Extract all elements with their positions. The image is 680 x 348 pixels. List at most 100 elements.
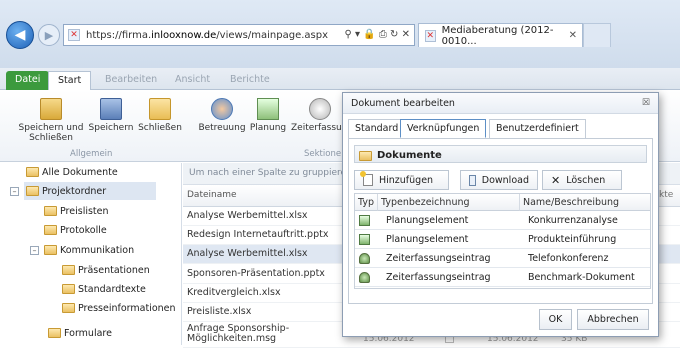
dialog-tab-panel: Dokumente Hinzufügen Download ✕ Löschen T…: [348, 138, 653, 304]
download-button[interactable]: Download: [460, 170, 538, 190]
tab-datei[interactable]: Datei: [6, 71, 50, 90]
clock-icon: [309, 98, 331, 120]
section-title: Dokumente: [377, 150, 442, 161]
tab-berichte[interactable]: Berichte: [221, 71, 279, 90]
tree-label: Alle Dokumente: [42, 166, 118, 178]
tree-collapse-toggle[interactable]: –: [10, 187, 19, 196]
planning-icon: [257, 98, 279, 120]
folder-icon: [359, 150, 372, 161]
tree-label: Preislisten: [60, 205, 109, 217]
cell-type: Planungselement: [386, 215, 469, 226]
save-close-label-1: Speichern und: [18, 123, 84, 133]
table-row[interactable]: Planungselement Konkurrenzanalyse: [355, 211, 650, 230]
folder-icon: [26, 167, 39, 177]
add-label: Hinzufügen: [379, 174, 434, 186]
tab-start[interactable]: Start: [48, 71, 92, 91]
group-label-sektionen: Sektione: [304, 149, 342, 159]
column-header-name[interactable]: Name/Beschreibung: [520, 194, 650, 211]
tree-item-standardtexte[interactable]: Standardtexte: [62, 280, 146, 298]
column-header-typ[interactable]: Typ: [355, 194, 378, 211]
address-tools[interactable]: ⚲ ▾ 🔒 ⎙ ↻ ✕: [345, 29, 410, 40]
table-row[interactable]: Zeiterfassungseintrag Benchmark-Dokument: [355, 268, 650, 287]
cell-name: Konkurrenzanalyse: [528, 215, 618, 226]
tree-item-formulare[interactable]: Formulare: [48, 324, 112, 342]
tree-label: Kommunikation: [60, 244, 135, 256]
tree-label: Formulare: [64, 327, 112, 339]
save-button[interactable]: Speichern: [88, 98, 134, 133]
download-icon: [469, 174, 476, 186]
new-tab-button[interactable]: [583, 23, 611, 47]
column-header-typenbezeichnung[interactable]: Typenbezeichnung: [378, 194, 520, 211]
tab-title: Mediaberatung (2012-0010...: [441, 24, 554, 47]
close-label: Schließen: [138, 123, 182, 133]
save-label: Speichern: [88, 123, 134, 133]
folder-icon: [62, 265, 75, 275]
time-entry-icon: [359, 272, 370, 283]
zeiterfassung-button[interactable]: Zeiterfassu: [291, 98, 342, 133]
cancel-button[interactable]: Abbrechen: [577, 309, 649, 330]
plan-element-icon: [359, 215, 370, 226]
forward-button[interactable]: ▶: [38, 24, 60, 46]
cell-type: Planungselement: [386, 234, 469, 245]
folder-icon: [44, 206, 57, 216]
time-entry-icon: [359, 253, 370, 264]
tree-item-preislisten[interactable]: Preislisten: [44, 202, 109, 220]
tab-close-icon[interactable]: ✕: [569, 30, 577, 41]
tree-label: Projektordner: [42, 185, 107, 197]
close-button[interactable]: Schließen: [138, 98, 182, 133]
section-header-dokumente[interactable]: Dokumente: [354, 145, 647, 163]
tree-item-protokolle[interactable]: Protokolle: [44, 221, 107, 239]
tab-favicon-icon: ✕: [425, 29, 436, 42]
new-document-icon: [360, 171, 373, 186]
address-bar[interactable]: ✕ https://firma.inlooxnow.de/views/mainp…: [63, 24, 415, 46]
zeiterfassung-label: Zeiterfassu: [291, 123, 342, 133]
tree-label: Präsentationen: [78, 264, 150, 276]
folder-icon: [62, 303, 75, 313]
folder-tree: Alle Dokumente – Projektordner Preislist…: [0, 163, 182, 345]
tree-label: Presseinformationen: [78, 302, 176, 314]
tab-verknuepfungen[interactable]: Verknüpfungen: [400, 119, 487, 138]
folder-icon: [26, 186, 39, 196]
save-and-close-button[interactable]: Speichern und Schließen: [18, 98, 84, 143]
browser-tab[interactable]: ✕ Mediaberatung (2012-0010... ✕: [418, 23, 583, 47]
table-row[interactable]: Planungselement Produkteinführung: [355, 230, 650, 249]
betreuung-button[interactable]: Betreuung: [198, 98, 246, 133]
tab-benutzerdefiniert[interactable]: Benutzerdefiniert: [489, 119, 586, 138]
tree-item-praesentationen[interactable]: Präsentationen: [62, 261, 150, 279]
add-button[interactable]: Hinzufügen: [354, 170, 449, 190]
planung-button[interactable]: Planung: [249, 98, 287, 133]
cell-type: Zeiterfassungseintrag: [386, 272, 491, 283]
site-favicon-icon: ✕: [68, 29, 80, 41]
tree-label: Standardtexte: [78, 283, 146, 295]
delete-icon: ✕: [551, 173, 561, 187]
cell-name: Produkteinführung: [528, 234, 617, 245]
ok-button[interactable]: OK: [539, 309, 572, 330]
tree-label: Protokolle: [60, 224, 107, 236]
tree-item-kommunikation[interactable]: Kommunikation: [44, 241, 134, 259]
save-icon: [100, 98, 122, 120]
save-close-icon: [40, 98, 62, 120]
tree-item-alle-dokumente[interactable]: Alle Dokumente: [26, 163, 118, 181]
edit-document-dialog: Dokument bearbeiten ☒ Standard Verknüpfu…: [342, 92, 659, 337]
folder-icon: [48, 328, 61, 338]
table-row[interactable]: Zeiterfassungseintrag Telefonkonferenz: [355, 249, 650, 268]
save-close-label-2: Schließen: [29, 133, 73, 143]
delete-button[interactable]: ✕ Löschen: [542, 170, 622, 190]
folder-close-icon: [149, 98, 171, 120]
group-label-allgemein: Allgemein: [70, 149, 113, 159]
dialog-close-icon[interactable]: ☒: [642, 98, 650, 108]
arrow-left-icon: ◀: [14, 27, 26, 43]
tree-collapse-toggle[interactable]: –: [30, 246, 39, 255]
download-label: Download: [481, 174, 529, 186]
tab-bearbeiten[interactable]: Bearbeiten: [96, 71, 166, 90]
tab-ansicht[interactable]: Ansicht: [166, 71, 219, 90]
tab-standard[interactable]: Standard: [348, 119, 406, 138]
tree-item-projektordner[interactable]: Projektordner: [24, 182, 156, 200]
plan-element-icon: [359, 234, 370, 245]
links-grid: Typ Typenbezeichnung Name/Beschreibung P…: [354, 193, 651, 289]
folder-icon: [62, 284, 75, 294]
tree-item-presseinformationen[interactable]: Presseinformationen: [62, 299, 176, 317]
back-button[interactable]: ◀: [6, 21, 34, 49]
ribbon-tab-bar: Datei Start Bearbeiten Ansicht Berichte: [0, 68, 680, 91]
cell-name: Telefonkonferenz: [528, 253, 609, 264]
